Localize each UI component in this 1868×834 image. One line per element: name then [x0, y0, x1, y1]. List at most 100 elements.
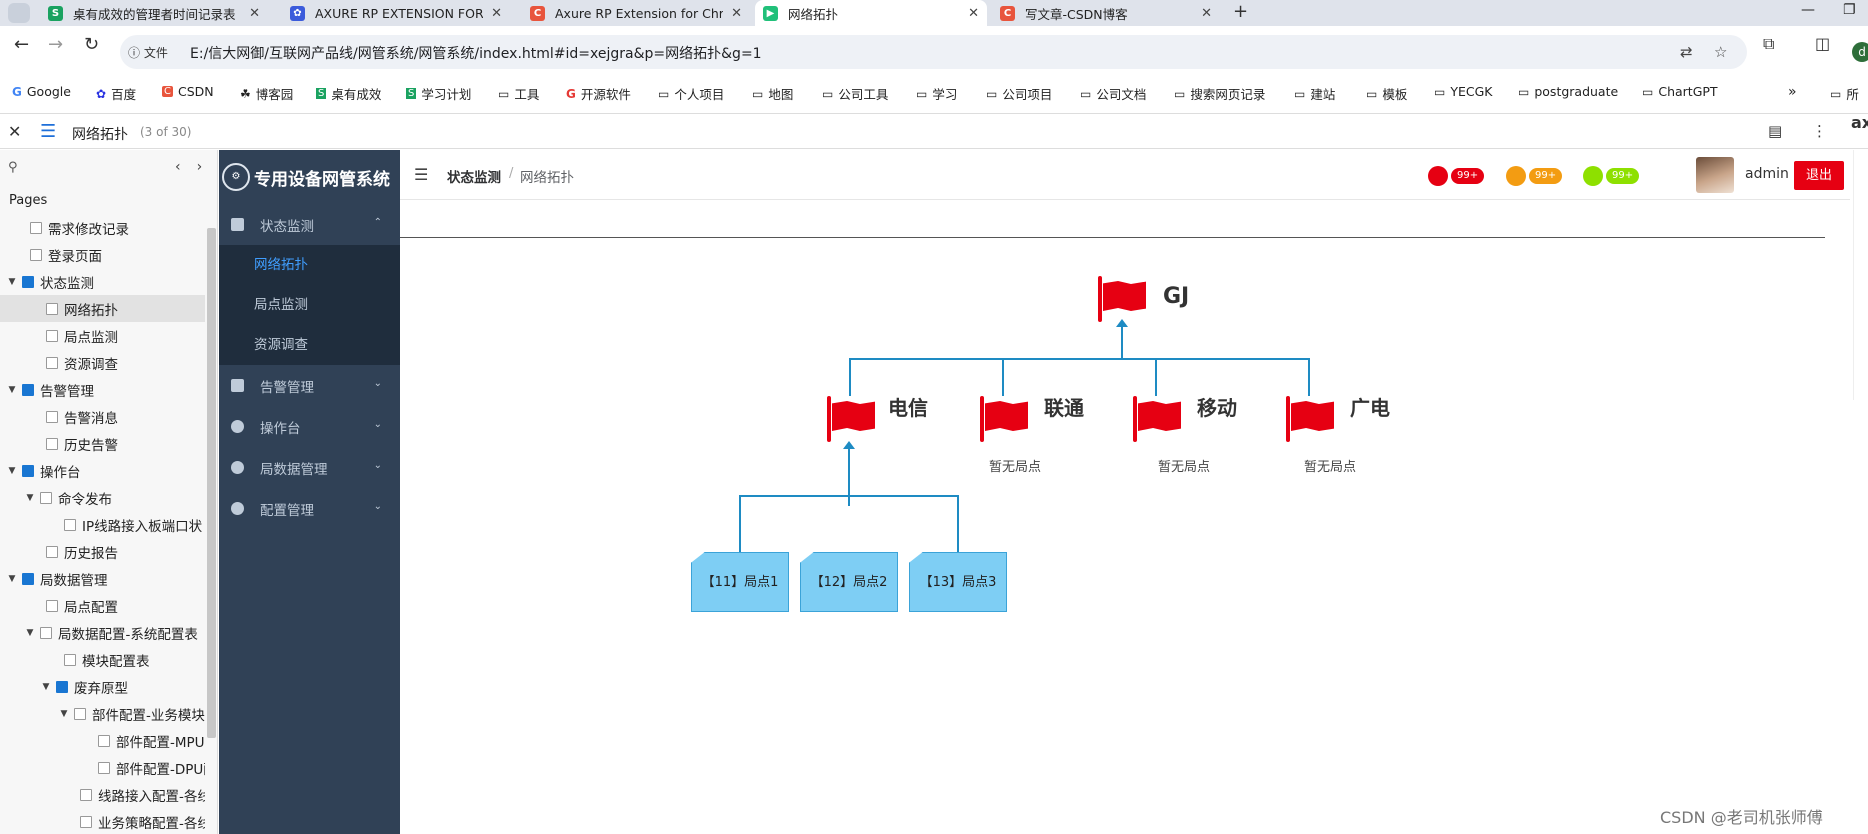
- tree-item[interactable]: IP线路接入板端口状: [0, 511, 205, 538]
- site-node[interactable]: 【11】局点1: [691, 552, 789, 612]
- tab-close-icon[interactable]: ✕: [968, 6, 979, 21]
- sitemap-menu-icon[interactable]: ☰: [40, 121, 56, 142]
- breadcrumb-parent[interactable]: 状态监测: [447, 166, 501, 186]
- bookmark-folder[interactable]: ▭ 个人项目: [658, 84, 724, 103]
- tree-folder[interactable]: ▼ 操作台: [0, 457, 205, 484]
- tree-item[interactable]: 部件配置-MPU配: [0, 727, 205, 754]
- carrier-flag-icon[interactable]: [980, 396, 1028, 442]
- tree-item[interactable]: 需求修改记录: [0, 214, 205, 241]
- menu-item-status-monitor[interactable]: 状态监测 ⌃: [219, 204, 400, 245]
- pages-scrollbar[interactable]: [207, 228, 216, 738]
- tree-item[interactable]: ▼ 局数据配置-系统配置表: [0, 619, 205, 646]
- extensions-puzzle-icon[interactable]: ⧉: [1763, 34, 1774, 54]
- notes-icon[interactable]: ▤: [1768, 122, 1782, 140]
- tree-item[interactable]: 模块配置表: [0, 646, 205, 673]
- more-vertical-icon[interactable]: ⋮: [1812, 122, 1827, 140]
- bookmark-item[interactable]: C CSDN: [162, 84, 214, 99]
- submenu-item-resource-survey[interactable]: 资源调查: [219, 325, 400, 365]
- close-sitemap-icon[interactable]: ✕: [8, 122, 21, 141]
- tab-close-icon[interactable]: ✕: [491, 6, 502, 21]
- caret-down-icon[interactable]: ▼: [24, 493, 36, 503]
- caret-down-icon[interactable]: ▼: [6, 385, 18, 395]
- root-flag-icon[interactable]: [1098, 276, 1146, 322]
- tree-item[interactable]: 局点监测: [0, 322, 205, 349]
- tab-close-icon[interactable]: ✕: [731, 6, 742, 21]
- caret-down-icon[interactable]: ▼: [24, 628, 36, 638]
- back-arrow-icon[interactable]: ←: [14, 34, 29, 55]
- tree-item-selected[interactable]: 网络拓扑: [0, 295, 205, 322]
- logout-button[interactable]: 退出: [1794, 161, 1844, 190]
- tree-item[interactable]: 登录页面: [0, 241, 205, 268]
- right-scrollbar[interactable]: [1853, 150, 1868, 400]
- tab-close-icon[interactable]: ✕: [1201, 6, 1212, 21]
- browser-tab-active[interactable]: ▶ 网络拓扑 ✕: [755, 0, 987, 26]
- url-text[interactable]: E:/信大网御/互联网产品线/网管系统/网管系统/index.html#id=x…: [190, 43, 762, 63]
- bookmark-item[interactable]: ✿ 百度: [96, 84, 136, 103]
- browser-tab[interactable]: C Axure RP Extension for Chro ✕: [522, 0, 750, 26]
- tree-folder[interactable]: ▼ 废弃原型: [0, 673, 205, 700]
- tree-item[interactable]: ▼ 命令发布: [0, 484, 205, 511]
- menu-item-site-data[interactable]: 局数据管理 ⌄: [219, 447, 400, 488]
- menu-item-console[interactable]: 操作台 ⌄: [219, 406, 400, 447]
- search-icon[interactable]: ⚲: [8, 160, 18, 175]
- caret-down-icon[interactable]: ▼: [6, 277, 18, 287]
- carrier-flag-icon[interactable]: [827, 396, 875, 442]
- bookmark-folder[interactable]: ▭ 学习: [916, 84, 957, 103]
- tree-folder[interactable]: ▼ 状态监测: [0, 268, 205, 295]
- caret-down-icon[interactable]: ▼: [40, 682, 52, 692]
- bookmark-folder[interactable]: ▭ ChartGPT: [1642, 84, 1718, 99]
- reload-icon[interactable]: ↻: [84, 34, 99, 55]
- window-minimize-icon[interactable]: —: [1801, 2, 1815, 18]
- tree-item[interactable]: ▼ 部件配置-业务模块: [0, 700, 205, 727]
- bookmark-item[interactable]: G Google: [12, 84, 71, 99]
- site-node[interactable]: 【12】局点2: [800, 552, 898, 612]
- tab-search-chevron-down-icon[interactable]: chevron-down-icon: [8, 3, 30, 23]
- prev-page-icon[interactable]: ‹: [175, 159, 197, 175]
- bookmarks-more-icon[interactable]: »: [1788, 84, 1797, 100]
- submenu-item-network-topology[interactable]: 网络拓扑: [219, 245, 400, 285]
- tree-folder[interactable]: ▼ 告警管理: [0, 376, 205, 403]
- bookmark-folder[interactable]: ▭ 模板: [1366, 84, 1407, 103]
- tree-item[interactable]: 告警消息: [0, 403, 205, 430]
- browser-tab[interactable]: S 桌有成效的管理者时间记录表 ✕: [40, 0, 268, 26]
- tree-item[interactable]: 业务策略配置-各线: [0, 808, 205, 834]
- bookmark-folder[interactable]: ▭ 工具: [498, 84, 539, 103]
- tree-item[interactable]: 历史报告: [0, 538, 205, 565]
- caret-down-icon[interactable]: ▼: [6, 466, 18, 476]
- tree-item[interactable]: 线路接入配置-各线: [0, 781, 205, 808]
- alarm-major[interactable]: 99+: [1506, 166, 1563, 186]
- menu-item-config-management[interactable]: 配置管理 ⌄: [219, 488, 400, 529]
- alarm-critical[interactable]: 99+: [1428, 166, 1485, 186]
- bookmark-folder[interactable]: ▭ 公司工具: [822, 84, 888, 103]
- tree-item[interactable]: 部件配置-DPU配: [0, 754, 205, 781]
- tree-item[interactable]: 局点配置: [0, 592, 205, 619]
- bookmark-item[interactable]: ☘ 博客园: [240, 84, 293, 103]
- carrier-flag-icon[interactable]: [1133, 396, 1181, 442]
- user-avatar[interactable]: [1696, 157, 1734, 193]
- menu-item-alarm-management[interactable]: 告警管理 ⌄: [219, 365, 400, 406]
- browser-tab[interactable]: C 写文章-CSDN博客 ✕: [992, 0, 1220, 26]
- bookmark-star-icon[interactable]: ☆: [1714, 43, 1727, 61]
- translate-icon[interactable]: ⇄: [1680, 43, 1693, 61]
- bookmark-folder[interactable]: ▭ 搜索网页记录: [1174, 84, 1265, 103]
- forward-arrow-icon[interactable]: →: [48, 34, 63, 55]
- tree-folder[interactable]: ▼ 局数据管理: [0, 565, 205, 592]
- browser-tab[interactable]: ✿ AXURE RP EXTENSION FOR C ✕: [282, 0, 510, 26]
- tree-item[interactable]: 资源调查: [0, 349, 205, 376]
- bookmark-item[interactable]: S 学习计划: [406, 84, 471, 103]
- collapse-menu-icon[interactable]: ☰: [414, 165, 428, 184]
- site-node[interactable]: 【13】局点3: [909, 552, 1007, 612]
- bookmark-item[interactable]: G 开源软件: [566, 84, 631, 103]
- page-nav-arrows[interactable]: ‹›: [175, 159, 217, 175]
- profile-avatar[interactable]: d: [1852, 42, 1868, 62]
- caret-down-icon[interactable]: ▼: [58, 709, 70, 719]
- bookmark-folder[interactable]: ▭ 建站: [1294, 84, 1335, 103]
- carrier-flag-icon[interactable]: [1286, 396, 1334, 442]
- bookmark-folder[interactable]: ▭ 公司文档: [1080, 84, 1146, 103]
- caret-down-icon[interactable]: ▼: [6, 574, 18, 584]
- new-tab-plus-icon[interactable]: +: [1233, 1, 1248, 22]
- tree-item[interactable]: 历史告警: [0, 430, 205, 457]
- address-bar[interactable]: ⓘ 文件 E:/信大网御/互联网产品线/网管系统/网管系统/index.html…: [120, 35, 1747, 69]
- bookmark-folder[interactable]: ▭ 地图: [752, 84, 793, 103]
- alarm-minor[interactable]: 99+: [1583, 166, 1640, 186]
